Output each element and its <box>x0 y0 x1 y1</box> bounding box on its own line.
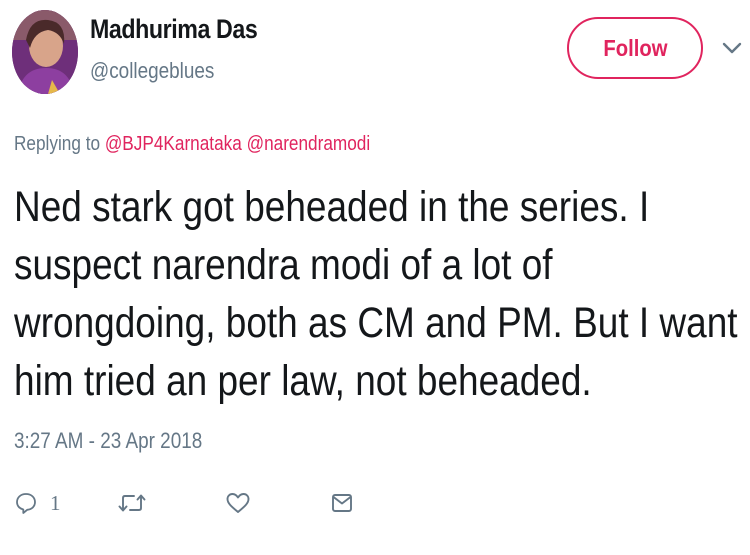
reply-context: Replying to @BJP4Karnataka @narendramodi <box>14 133 370 156</box>
retweet-action[interactable] <box>118 488 146 518</box>
reply-action[interactable]: 1 <box>14 488 61 518</box>
reply-icon <box>16 493 36 514</box>
follow-button-label: Follow <box>602 34 668 61</box>
user-handle[interactable]: @collegeblues <box>90 58 214 84</box>
tweet-timestamp[interactable]: 3:27 AM - 23 Apr 2018 <box>14 428 202 454</box>
mention-link-narendramodi[interactable]: @narendramodi <box>247 133 371 155</box>
envelope-icon <box>332 494 352 512</box>
direct-message-action[interactable] <box>330 488 354 518</box>
follow-button[interactable]: Follow <box>567 17 703 79</box>
heart-icon <box>226 493 250 513</box>
reply-context-prefix: Replying to <box>14 133 105 155</box>
avatar[interactable] <box>12 10 78 94</box>
profile-photo-icon <box>12 10 78 94</box>
tweet-text: Ned stark got beheaded in the series. I … <box>14 183 738 405</box>
reply-count: 1 <box>50 490 61 515</box>
retweet-icon <box>118 494 146 512</box>
mention-link-bjp4karnataka[interactable]: @BJP4Karnataka <box>105 133 242 155</box>
like-action[interactable] <box>225 488 251 518</box>
tweet-card: Madhurima Das @collegeblues Follow Reply… <box>0 0 750 555</box>
display-name[interactable]: Madhurima Das <box>90 14 258 45</box>
chevron-down-icon[interactable] <box>721 40 743 56</box>
